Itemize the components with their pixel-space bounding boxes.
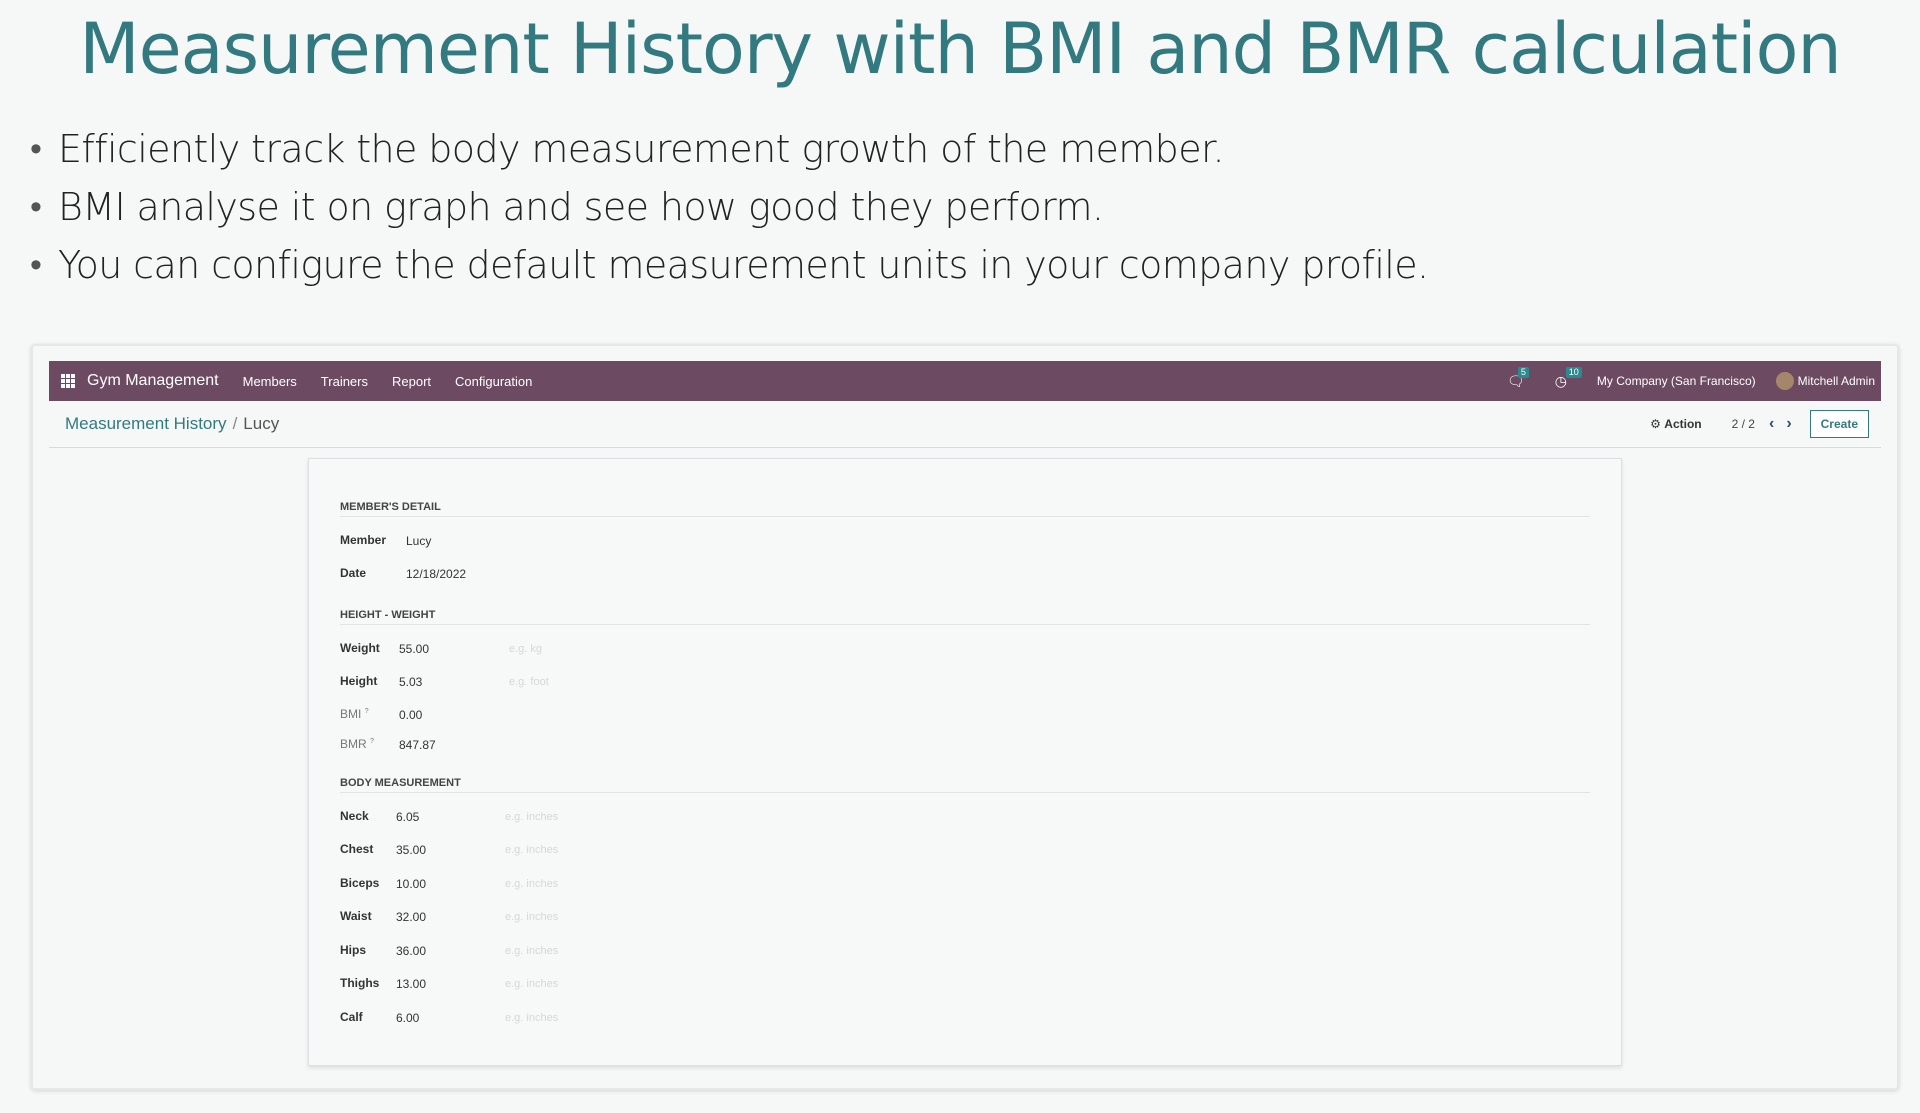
bmr-help-icon[interactable]: ? — [370, 738, 374, 745]
height-field[interactable]: 5.03 — [399, 675, 422, 689]
member-label: Member — [340, 533, 387, 547]
bmr-value: 847.87 — [399, 738, 436, 752]
feature-item: You can configure the default measuremen… — [30, 236, 1429, 294]
bmi-help-icon[interactable]: ? — [365, 708, 369, 715]
member-field[interactable]: Lucy — [406, 534, 431, 548]
menu-item-configuration[interactable]: Configuration — [455, 374, 532, 389]
gear-icon: ⚙ — [1650, 417, 1661, 431]
neck-label: Neck — [340, 809, 369, 823]
calf-field[interactable]: 6.00 — [396, 1011, 419, 1025]
date-label: Date — [340, 566, 367, 580]
neck-field[interactable]: 6.05 — [396, 810, 419, 824]
user-avatar[interactable] — [1775, 372, 1794, 390]
company-switcher[interactable]: My Company (San Francisco) — [1597, 374, 1756, 388]
user-menu[interactable]: Mitchell Admin — [1798, 374, 1875, 388]
height-unit-placeholder[interactable]: e.g. foot — [509, 676, 549, 688]
breadcrumb: Measurement History / Lucy — [65, 414, 279, 434]
thighs-label: Thighs — [340, 976, 380, 990]
pager-next-icon[interactable]: › — [1786, 415, 1791, 433]
chest-field[interactable]: 35.00 — [396, 843, 426, 857]
pager-previous-icon[interactable]: ‹ — [1769, 415, 1774, 433]
app-screenshot-frame: Gym Management Members Trainers Report C… — [31, 344, 1899, 1090]
feature-list: Efficiently track the body measurement g… — [30, 120, 1429, 294]
app-name[interactable]: Gym Management — [87, 372, 219, 390]
bmi-value: 0.00 — [399, 708, 423, 722]
feature-item: Efficiently track the body measurement g… — [30, 120, 1429, 178]
form-sheet: MEMBER'S DETAIL Member Lucy Date 12/18/2… — [308, 458, 1622, 1066]
top-navbar: Gym Management Members Trainers Report C… — [49, 361, 1881, 401]
date-field[interactable]: 12/18/2022 — [406, 567, 466, 581]
thighs-unit-placeholder[interactable]: e.g. inches — [505, 978, 558, 990]
control-panel: Measurement History / Lucy ⚙ Action 2 / 2 … — [49, 401, 1881, 448]
breadcrumb-current: Lucy — [243, 414, 280, 433]
biceps-field[interactable]: 10.00 — [396, 877, 426, 891]
create-button[interactable]: Create — [1809, 410, 1869, 438]
hips-unit-placeholder[interactable]: e.g. inches — [505, 945, 558, 957]
waist-unit-placeholder[interactable]: e.g. inches — [505, 911, 558, 923]
neck-unit-placeholder[interactable]: e.g. inches — [505, 811, 558, 823]
messages-icon[interactable]: 🗨 5 — [1507, 366, 1529, 390]
action-button[interactable]: ⚙ Action — [1650, 417, 1701, 431]
waist-field[interactable]: 32.00 — [396, 910, 426, 924]
page-heading: Measurement History with BMI and BMR cal… — [79, 8, 1842, 90]
waist-label: Waist — [340, 909, 372, 923]
messages-badge: 5 — [1517, 366, 1529, 378]
apps-grid-icon[interactable] — [61, 374, 75, 388]
biceps-unit-placeholder[interactable]: e.g. inches — [505, 878, 558, 890]
bmi-label: BMI ? — [340, 707, 369, 721]
breadcrumb-separator: / — [232, 414, 238, 433]
feature-item: BMI analyse it on graph and see how good… — [30, 178, 1429, 236]
pager-value[interactable]: 2 / 2 — [1732, 417, 1755, 431]
activities-badge: 10 — [1565, 366, 1582, 378]
calf-unit-placeholder[interactable]: e.g. inches — [505, 1012, 558, 1024]
section-height-weight: HEIGHT - WEIGHT — [340, 609, 1590, 625]
section-members-detail: MEMBER'S DETAIL — [340, 501, 1590, 517]
activities-icon[interactable]: ◷ 10 — [1555, 366, 1582, 390]
hips-field[interactable]: 36.00 — [396, 944, 426, 958]
height-label: Height — [340, 674, 378, 688]
chest-unit-placeholder[interactable]: e.g. inches — [505, 844, 558, 856]
calf-label: Calf — [340, 1010, 363, 1024]
weight-field[interactable]: 55.00 — [399, 642, 429, 656]
hips-label: Hips — [340, 943, 367, 957]
weight-unit-placeholder[interactable]: e.g. kg — [509, 643, 542, 655]
menu-item-members[interactable]: Members — [243, 374, 297, 389]
breadcrumb-parent[interactable]: Measurement History — [65, 414, 227, 433]
chest-label: Chest — [340, 842, 374, 856]
bmr-label: BMR ? — [340, 737, 374, 751]
menu-item-report[interactable]: Report — [392, 374, 431, 389]
weight-label: Weight — [340, 641, 380, 655]
menu-item-trainers[interactable]: Trainers — [321, 374, 368, 389]
thighs-field[interactable]: 13.00 — [396, 977, 426, 991]
section-body-measurement: BODY MEASUREMENT — [340, 777, 1590, 793]
biceps-label: Biceps — [340, 876, 380, 890]
